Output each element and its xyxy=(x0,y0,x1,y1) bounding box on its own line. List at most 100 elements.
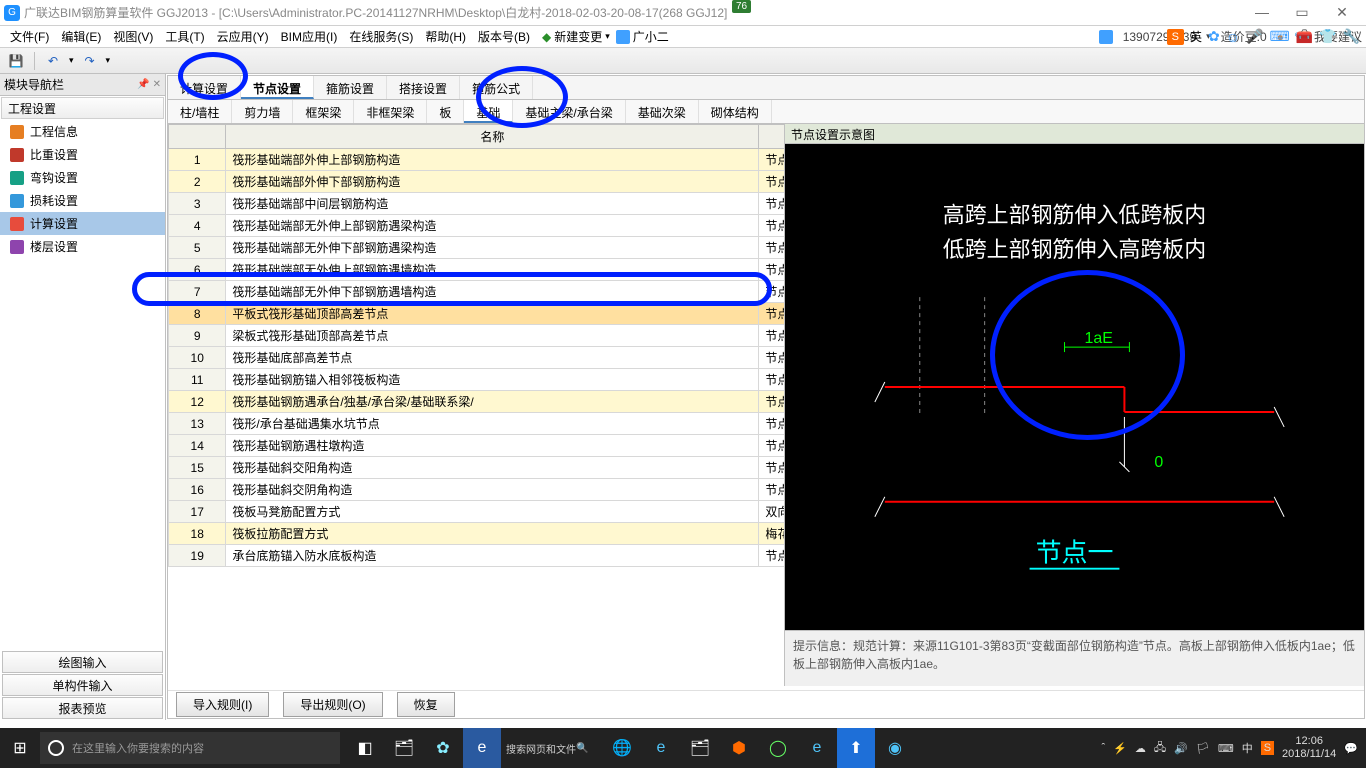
group-title[interactable]: 工程设置 xyxy=(1,97,164,119)
component-tab[interactable]: 砌体结构 xyxy=(699,100,772,123)
toolbar: 💾 ↶▾ ↷▾ xyxy=(0,48,1366,74)
nav-item[interactable]: 弯钩设置 xyxy=(0,166,165,189)
nav-report-preview[interactable]: 报表预览 xyxy=(2,697,163,719)
nav-item[interactable]: 比重设置 xyxy=(0,143,165,166)
save-icon[interactable]: 💾 xyxy=(6,51,26,71)
tb-app3-icon[interactable]: 🌐 xyxy=(603,728,641,768)
main-tab[interactable]: 箍筋公式 xyxy=(460,76,533,99)
panel-header: 模块导航栏 📌 ✕ xyxy=(0,74,165,96)
menu-version[interactable]: 版本号(B) xyxy=(472,26,536,47)
tb-app6-icon[interactable]: ⬆ xyxy=(837,728,875,768)
diagram-zero: 0 xyxy=(1154,454,1163,471)
component-tab[interactable]: 基础次梁 xyxy=(626,100,699,123)
nav-item[interactable]: 损耗设置 xyxy=(0,189,165,212)
nav-item[interactable]: 计算设置 xyxy=(0,212,165,235)
title-badge: 76 xyxy=(732,0,751,13)
sogou-keyboard-icon[interactable]: ⌨ xyxy=(1269,28,1289,45)
diagram-text2: 低跨上部钢筋伸入高跨板内 xyxy=(943,237,1206,262)
sogou-mic-icon[interactable]: 🎤 xyxy=(1246,28,1263,45)
sogou-icon[interactable]: S xyxy=(1167,29,1184,45)
restore-button[interactable]: 恢复 xyxy=(397,692,455,717)
taskbar-search[interactable]: 在这里输入你要搜索的内容 xyxy=(40,732,340,764)
avatar-icon xyxy=(1099,30,1113,44)
tray-up-icon[interactable]: ˆ xyxy=(1102,742,1106,754)
tray-flag-icon[interactable]: 🏳 xyxy=(1196,742,1210,755)
title-bar: G 广联达BIM钢筋算量软件 GGJ2013 - [C:\Users\Admin… xyxy=(0,0,1366,26)
undo-icon[interactable]: ↶ xyxy=(43,51,63,71)
start-button[interactable]: ⊞ xyxy=(0,728,40,768)
main-tab[interactable]: 箍筋设置 xyxy=(314,76,387,99)
nav-item-label: 楼层设置 xyxy=(30,238,78,255)
menu-cloud[interactable]: 云应用(Y) xyxy=(211,26,275,47)
component-tab[interactable]: 框架梁 xyxy=(293,100,354,123)
tb-mini-search[interactable]: 搜索网页和文件 🔍 xyxy=(502,728,602,768)
component-tab[interactable]: 基础主梁/承台梁 xyxy=(513,100,625,123)
sogou-wrench-icon[interactable]: 🔧 xyxy=(1343,28,1360,45)
nav-item-icon xyxy=(10,217,24,231)
component-tabs: 柱/墙柱剪力墙框架梁非框架梁板基础基础主梁/承台梁基础次梁砌体结构 xyxy=(168,100,1364,124)
minimize-button[interactable]: — xyxy=(1242,4,1282,21)
tray-cloud-icon[interactable]: ☁ xyxy=(1135,742,1146,755)
component-tab[interactable]: 基础 xyxy=(464,100,513,123)
sogou-user-icon[interactable]: ☺ xyxy=(1226,29,1240,45)
tray-ime-zh[interactable]: 中 xyxy=(1242,740,1253,756)
tray-clock[interactable]: 12:06 2018/11/14 xyxy=(1282,735,1336,761)
bottom-buttons: 导入规则(I) 导出规则(O) 恢复 xyxy=(168,690,1364,718)
menu-bim[interactable]: BIM应用(I) xyxy=(275,26,344,47)
tb-app1-icon[interactable]: 🗂 xyxy=(385,728,423,768)
sogou-shirt-icon[interactable]: 👕 xyxy=(1319,28,1336,45)
tray-sogou-icon[interactable]: S xyxy=(1261,741,1274,755)
tray-bolt-icon[interactable]: ⚡ xyxy=(1113,742,1127,755)
main-tab[interactable]: 计算设置 xyxy=(168,76,241,99)
col-name: 名称 xyxy=(226,125,759,149)
nav-single-input[interactable]: 单构件输入 xyxy=(2,674,163,696)
menu-view[interactable]: 视图(V) xyxy=(107,26,159,47)
tray-keyboard-icon[interactable]: ⌨ xyxy=(1218,742,1234,755)
tb-app4-icon[interactable]: ⬢ xyxy=(720,728,758,768)
taskview-icon[interactable]: ◧ xyxy=(346,728,384,768)
component-tab[interactable]: 柱/墙柱 xyxy=(168,100,232,123)
sogou-toolbox-icon[interactable]: 🧰 xyxy=(1296,28,1313,45)
component-tab[interactable]: 板 xyxy=(427,100,464,123)
close-button[interactable]: ✕ xyxy=(1322,4,1362,21)
tb-app5-icon[interactable]: ◯ xyxy=(759,728,797,768)
tray-net-icon[interactable]: 🖧 xyxy=(1154,739,1166,758)
tb-edge-icon[interactable]: e xyxy=(798,728,836,768)
nav-item-icon xyxy=(10,171,24,185)
menu-file[interactable]: 文件(F) xyxy=(4,26,55,47)
user-button[interactable]: 广小二 xyxy=(616,28,669,45)
diagram-hint: 提示信息：规范计算：来源11G101-3第83页“变截面部位钢筋构造”节点。高板… xyxy=(785,630,1364,686)
nav-item[interactable]: 楼层设置 xyxy=(0,235,165,258)
menu-bar: 文件(F) 编辑(E) 视图(V) 工具(T) 云应用(Y) BIM应用(I) … xyxy=(0,26,1366,48)
nav-item[interactable]: 工程信息 xyxy=(0,120,165,143)
tray-notif-icon[interactable]: 💬 xyxy=(1344,742,1358,755)
nav-draw-input[interactable]: 绘图输入 xyxy=(2,651,163,673)
tb-ie-icon[interactable]: e xyxy=(463,728,501,768)
diagram-title: 节点设置示意图 xyxy=(785,124,1364,144)
tb-app7-icon[interactable]: ◉ xyxy=(876,728,914,768)
sogou-settings-icon[interactable]: ✿ xyxy=(1208,28,1220,45)
export-rule-button[interactable]: 导出规则(O) xyxy=(283,692,382,717)
new-change-button[interactable]: ◆新建变更 ▾ xyxy=(542,28,610,45)
panel-pin-icon[interactable]: 📌 ✕ xyxy=(137,79,161,90)
menu-help[interactable]: 帮助(H) xyxy=(419,26,472,47)
menu-online[interactable]: 在线服务(S) xyxy=(343,26,419,47)
maximize-button[interactable]: ▭ xyxy=(1282,4,1322,21)
nav-item-label: 损耗设置 xyxy=(30,192,78,209)
menu-tools[interactable]: 工具(T) xyxy=(159,26,210,47)
col-index xyxy=(169,125,226,149)
tb-explorer-icon[interactable]: 🗂 xyxy=(681,728,719,768)
tb-app2-icon[interactable]: ✿ xyxy=(424,728,462,768)
component-tab[interactable]: 剪力墙 xyxy=(232,100,293,123)
redo-icon[interactable]: ↷ xyxy=(80,51,100,71)
taskbar: ⊞ 在这里输入你要搜索的内容 ◧ 🗂 ✿ e 搜索网页和文件 🔍 🌐 e 🗂 ⬢… xyxy=(0,728,1366,768)
main-tab[interactable]: 搭接设置 xyxy=(387,76,460,99)
tb-ie2-icon[interactable]: e xyxy=(642,728,680,768)
menu-edit[interactable]: 编辑(E) xyxy=(55,26,107,47)
main-tab[interactable]: 节点设置 xyxy=(241,76,314,99)
module-nav-panel: 模块导航栏 📌 ✕ 工程设置 工程信息比重设置弯钩设置损耗设置计算设置楼层设置 … xyxy=(0,74,166,720)
tray-vol-icon[interactable]: 🔊 xyxy=(1174,742,1188,755)
sogou-lang[interactable]: 英 xyxy=(1190,28,1202,45)
component-tab[interactable]: 非框架梁 xyxy=(354,100,427,123)
import-rule-button[interactable]: 导入规则(I) xyxy=(176,692,269,717)
